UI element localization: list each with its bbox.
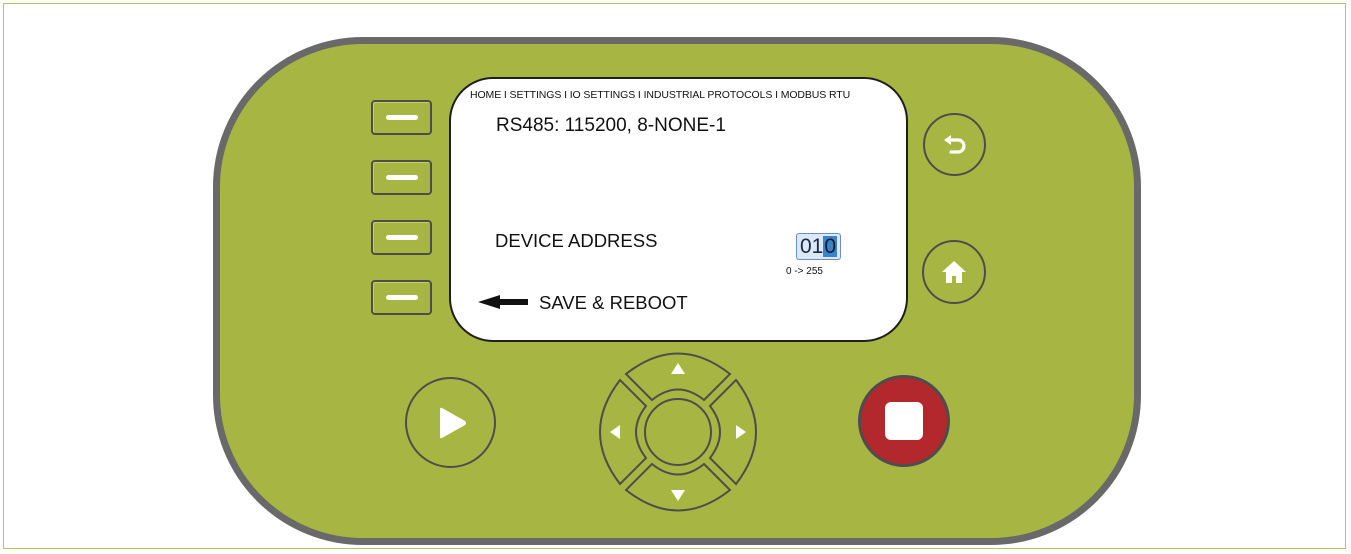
dpad-up-button[interactable] (624, 352, 732, 402)
save-reboot-label: SAVE & REBOOT (539, 292, 688, 313)
device-address-input[interactable]: 01 0 (796, 233, 841, 260)
device-address-label: DEVICE ADDRESS (495, 230, 658, 251)
dpad-down-button[interactable] (624, 462, 732, 512)
left-arrow-icon (478, 295, 528, 309)
softkey-dash-icon (386, 175, 418, 180)
device-address-selected-digit: 0 (823, 235, 838, 258)
dpad-center-button[interactable] (644, 398, 712, 466)
back-button[interactable] (923, 113, 986, 176)
stop-button[interactable] (858, 375, 950, 467)
stop-icon (885, 402, 923, 440)
softkey-4[interactable] (371, 280, 432, 315)
softkey-dash-icon (386, 115, 418, 120)
dpad-left-button[interactable] (599, 378, 648, 486)
back-arrow-icon (943, 134, 966, 154)
softkey-3[interactable] (371, 220, 432, 255)
softkey-1[interactable] (371, 100, 432, 135)
breadcrumb: HOME I SETTINGS I IO SETTINGS I INDUSTRI… (470, 89, 851, 101)
device-address-value: 01 (799, 235, 824, 258)
play-button[interactable] (405, 377, 496, 468)
home-button[interactable] (922, 240, 986, 304)
dpad-right-button[interactable] (708, 378, 757, 486)
rs485-settings-text: RS485: 115200, 8-NONE-1 (496, 115, 726, 136)
play-icon (439, 407, 466, 438)
navigation-dpad (599, 352, 757, 512)
softkey-dash-icon (386, 295, 418, 300)
device-address-range: 0 -> 255 (786, 266, 823, 277)
softkey-dash-icon (386, 235, 418, 240)
home-icon (942, 261, 966, 283)
softkey-2[interactable] (371, 160, 432, 195)
